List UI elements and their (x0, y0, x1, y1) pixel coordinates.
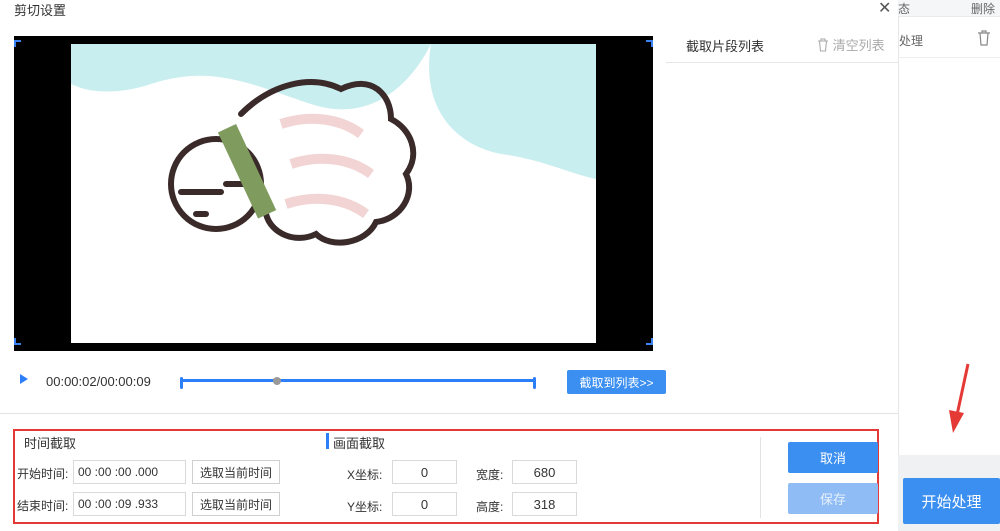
height-label: 高度: (476, 500, 504, 514)
save-button[interactable]: 保存 (788, 483, 878, 514)
crop-handle[interactable] (14, 338, 21, 345)
frame-crop-title: 画面截取 (333, 436, 386, 451)
row-divider (898, 57, 1000, 58)
range-end-handle[interactable] (533, 377, 536, 389)
actions-divider (760, 437, 761, 518)
pick-start-time-button[interactable]: 选取当前时间 (192, 460, 280, 484)
close-icon[interactable]: ✕ (878, 0, 891, 18)
width-input[interactable]: 680 (512, 460, 577, 484)
playhead-handle[interactable] (273, 377, 282, 385)
start-time-input[interactable]: 00 :00 :00 .000 (73, 460, 186, 484)
video-content-image (71, 44, 596, 246)
width-label: 宽度: (476, 468, 504, 482)
video-preview[interactable] (14, 36, 653, 351)
annotation-arrow (949, 363, 970, 433)
clear-list-button[interactable]: 清空列表 (817, 35, 885, 54)
end-time-label: 结束时间: (17, 499, 69, 513)
pick-end-time-button[interactable]: 选取当前时间 (192, 492, 280, 516)
video-frame (71, 44, 596, 343)
trash-icon[interactable] (977, 30, 991, 49)
end-time-input[interactable]: 00 :00 :09 .933 (73, 492, 186, 516)
timeline-track[interactable] (180, 377, 536, 389)
start-time-label: 开始时间: (17, 467, 69, 481)
cancel-button[interactable]: 取消 (788, 442, 878, 473)
dialog-title: 剪切设置 (14, 3, 67, 18)
crop-handle[interactable] (646, 40, 653, 47)
section-divider (0, 413, 898, 414)
x-coordinate-label: X坐标: (347, 468, 383, 482)
x-coordinate-input[interactable]: 0 (392, 460, 457, 484)
status-column-header: 态 (898, 2, 911, 16)
crop-handle[interactable] (646, 338, 653, 345)
trash-icon (818, 38, 828, 52)
start-processing-button[interactable]: 开始处理 (903, 478, 1000, 524)
segment-list-title: 截取片段列表 (686, 39, 765, 54)
row-status-text: 处理 (899, 34, 924, 48)
time-crop-title: 时间截取 (24, 436, 77, 451)
delete-column-header: 删除 (971, 2, 996, 16)
range-start-handle[interactable] (180, 377, 183, 389)
clear-list-label: 清空列表 (832, 38, 885, 53)
frame-crop-marker (326, 433, 329, 449)
time-display: 00:00:02/00:00:09 (46, 374, 151, 389)
background-panel (898, 0, 1000, 531)
y-coordinate-input[interactable]: 0 (392, 492, 457, 516)
y-coordinate-label: Y坐标: (347, 500, 383, 514)
cut-to-list-button[interactable]: 截取到列表>> (567, 370, 666, 394)
play-icon[interactable] (20, 374, 28, 384)
crop-handle[interactable] (14, 40, 21, 47)
height-input[interactable]: 318 (512, 492, 577, 516)
